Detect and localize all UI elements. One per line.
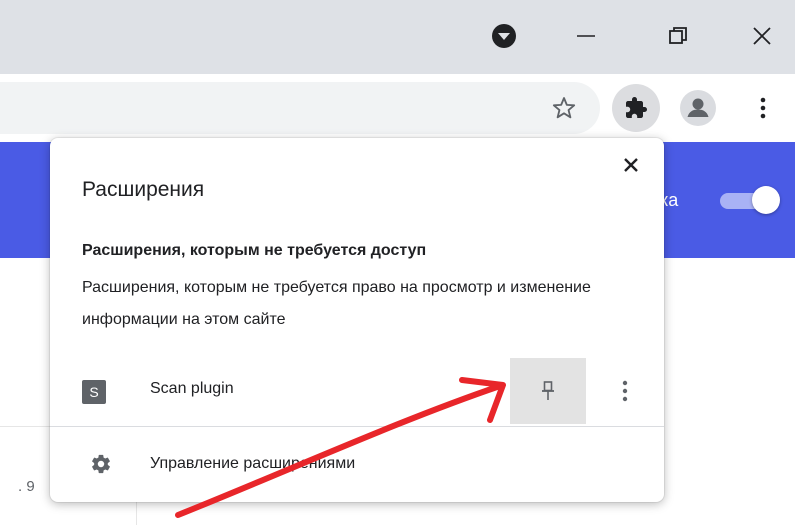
profile-button[interactable]	[680, 90, 716, 126]
browser-toolbar	[0, 74, 795, 142]
browser-menu-button[interactable]	[748, 92, 778, 124]
chevron-down-circle-icon	[492, 24, 516, 48]
pin-extension-button[interactable]	[510, 358, 586, 424]
popup-title: Расширения	[82, 178, 205, 201]
gear-icon	[90, 453, 112, 475]
extension-menu-button[interactable]	[610, 372, 640, 410]
title-bar	[0, 0, 795, 74]
extension-icon: S	[82, 380, 106, 404]
kebab-menu-icon	[622, 380, 628, 402]
pin-icon	[542, 381, 554, 400]
page-toggle-knob[interactable]	[752, 186, 780, 214]
bookmark-button[interactable]	[548, 92, 580, 124]
extension-row[interactable]: S Scan plugin	[50, 358, 664, 424]
minimize-button[interactable]	[558, 14, 614, 58]
puzzle-icon	[626, 97, 647, 118]
manage-extensions-link[interactable]: Управление расширениями	[50, 427, 664, 502]
section-heading: Расширения, которым не требуется доступ	[82, 242, 427, 259]
popup-close-button[interactable]	[616, 150, 646, 180]
extensions-button[interactable]	[612, 84, 660, 132]
profile-dropdown-button[interactable]	[476, 14, 532, 58]
extensions-popup: Расширения Расширения, которым не требуе…	[50, 138, 664, 502]
star-icon	[552, 97, 576, 119]
extension-name: Scan plugin	[150, 380, 234, 397]
restore-icon	[669, 27, 687, 44]
manage-extensions-label: Управление расширениями	[150, 455, 356, 472]
section-description: Расширения, которым не требуется право н…	[82, 279, 591, 328]
restore-button[interactable]	[650, 14, 706, 58]
minimize-icon	[577, 35, 595, 37]
close-window-button[interactable]	[734, 14, 790, 58]
kebab-menu-icon	[760, 97, 766, 119]
page-text-fragment: . 9	[18, 478, 35, 495]
address-bar[interactable]	[0, 82, 600, 134]
close-icon	[624, 158, 638, 172]
close-icon	[753, 27, 771, 45]
avatar-icon	[687, 98, 709, 117]
